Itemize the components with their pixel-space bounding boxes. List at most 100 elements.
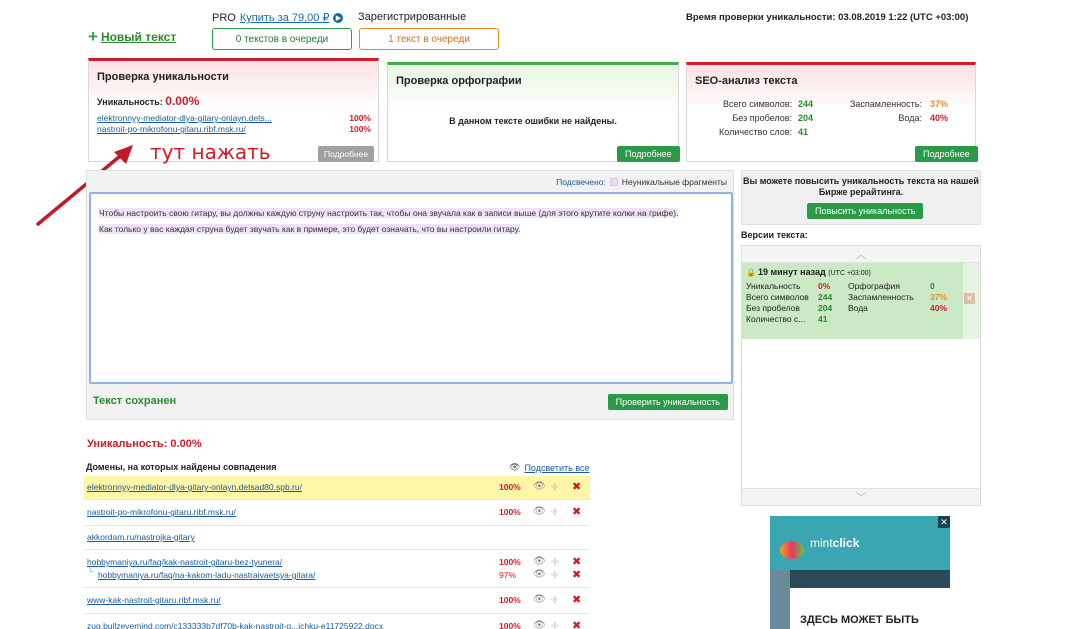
uniqueness-more-button[interactable]: Подробнее [318, 146, 375, 162]
pro-buy-link[interactable]: Купить за 79,00 ₽ [240, 11, 330, 24]
source-link[interactable]: nastroit-po-mikrofonu-gitaru.ribf.msk.ru… [97, 124, 246, 134]
compare-icon[interactable]: ◦|◦ [551, 557, 559, 566]
table-row: akkordam.ru/nastrojka-gitary [84, 526, 590, 550]
eye-icon: 👁 [509, 462, 521, 472]
chevron-up-icon[interactable]: ︿ [742, 246, 980, 263]
editor-text-line: Чтобы настроить свою гитару, вы должны к… [99, 208, 679, 218]
result-link[interactable]: akkordam.ru/nastrojka-gitary [87, 532, 195, 542]
version-time-text: 19 минут назад [757, 267, 826, 277]
delete-icon[interactable]: ✖ [572, 593, 581, 606]
table-row: zug.bullzeyemind.com/c133333b7df70b-kak-… [84, 614, 590, 629]
result-link[interactable]: hobbymaniya.ru/faq/na-kakom-ladu-nastrai… [98, 570, 315, 580]
eye-icon[interactable]: 👁 [533, 481, 546, 492]
result-percent: 100% [499, 595, 521, 605]
ad-brand-a: mint [810, 536, 833, 550]
delete-icon[interactable]: ✖ [572, 505, 581, 518]
version-value: 0% [818, 281, 831, 291]
registered-queue-label: 1 текст в очереди [388, 33, 470, 45]
version-card[interactable]: 🔒 19 минут назад (UTC +03:00) Уникальност… [742, 263, 980, 339]
result-link[interactable]: www-kak-nastroit-gitaru.ribf.msk.ru/ [87, 595, 221, 605]
table-row: www-kak-nastroit-gitaru.ribf.msk.ru/ 100… [84, 588, 590, 614]
uniqueness-label: Уникальность: [97, 97, 163, 107]
seo-key: Заспамленность: [849, 99, 922, 109]
uniqueness-panel-title: Проверка уникальности [97, 71, 229, 83]
table-row: hobbymaniya.ru/faq/kak-nastroit-gitaru-b… [84, 550, 590, 588]
result-link[interactable]: nastroit-po-mikrofonu-gitaru.ribf.msk.ru… [87, 507, 236, 517]
plus-icon: + [88, 27, 98, 46]
highlight-all-label[interactable]: Подсветить все [524, 463, 589, 473]
ad-brand: mintclick [810, 536, 859, 550]
compare-icon[interactable]: ◦|◦ [551, 507, 559, 516]
version-tz: (UTC +03:00) [828, 270, 871, 277]
free-queue-box[interactable]: 0 текстов в очереди [212, 28, 352, 50]
version-row: Уникальность 0% Орфография 0 [746, 281, 960, 292]
eye-icon[interactable]: 👁 [533, 620, 546, 629]
delete-icon[interactable]: ✖ [572, 619, 581, 629]
result-link[interactable]: zug.bullzeyemind.com/c133333b7df70b-kak-… [87, 621, 383, 629]
ad-brand-b: click [832, 536, 860, 550]
annotation-text: тут нажать [150, 140, 271, 164]
compare-icon[interactable]: ◦|◦ [551, 595, 559, 604]
result-link[interactable]: hobbymaniya.ru/faq/kak-nastroit-gitaru-b… [87, 557, 282, 567]
seo-key: Всего символов: [723, 99, 792, 109]
eye-icon[interactable]: 👁 [533, 569, 546, 580]
seo-key: Вода: [898, 113, 922, 123]
spelling-panel-title: Проверка орфографии [396, 75, 522, 87]
check-uniqueness-button[interactable]: Проверить уникальность [607, 394, 728, 410]
registered-queue-box[interactable]: 1 текст в очереди [359, 28, 499, 50]
save-status: Текст сохранен [93, 395, 177, 407]
check-time: Время проверки уникальности: 03.08.2019 … [686, 12, 969, 23]
source-link[interactable]: elektronnyy-mediator-dlya-gitary-onlayn.… [97, 113, 272, 123]
result-link[interactable]: elektronnyy-mediator-dlya-gitary-onlayn.… [87, 482, 302, 492]
seo-panel: SEO-анализ текста Всего символов: 244 За… [686, 62, 978, 162]
delete-icon[interactable]: ✖ [572, 555, 581, 568]
ad-image [770, 570, 790, 629]
spelling-panel: Проверка орфографии В данном тексте ошиб… [387, 62, 680, 162]
eye-icon[interactable]: 👁 [533, 556, 546, 567]
version-key: Без пробелов [746, 303, 800, 313]
raise-uniqueness-button[interactable]: Повысить уникальность [807, 203, 924, 219]
version-key: Уникальность [746, 281, 801, 291]
ad-headline: ЗДЕСЬ МОЖЕТ БЫТЬ [800, 614, 919, 626]
version-card-body[interactable]: 🔒 19 минут назад (UTC +03:00) Уникальност… [742, 263, 963, 339]
version-row: Количество с... 41 [746, 314, 960, 325]
new-text-link[interactable]: + Новый текст [88, 27, 177, 46]
spelling-more-button[interactable]: Подробнее [617, 146, 680, 162]
compare-icon[interactable]: ◦|◦ [551, 621, 559, 629]
compare-icon[interactable]: ◦|◦ [551, 570, 559, 579]
source-percent: 100% [349, 113, 371, 123]
compare-icon[interactable]: ◦|◦ [551, 482, 559, 491]
result-percent: 100% [499, 482, 521, 492]
highlight-all-link[interactable]: 👁 Подсветить все [509, 462, 590, 473]
result-line: elektronnyy-mediator-dlya-gitary-onlayn.… [84, 480, 590, 493]
new-text-label: Новый текст [100, 30, 177, 44]
text-editor[interactable]: Чтобы настроить свою гитару, вы должны к… [89, 192, 733, 384]
eye-icon[interactable]: 👁 [533, 594, 546, 605]
table-row: nastroit-po-mikrofonu-gitaru.ribf.msk.ru… [84, 500, 590, 526]
delete-icon[interactable]: ✖ [572, 480, 581, 493]
eye-icon[interactable]: 👁 [533, 506, 546, 517]
result-line: www-kak-nastroit-gitaru.ribf.msk.ru/ 100… [84, 593, 590, 606]
seo-key: Количество слов: [719, 127, 792, 137]
arrow-right-icon[interactable]: ▶ [333, 12, 344, 23]
delete-icon[interactable]: ✖ [572, 568, 581, 581]
promo-box: Вы можете повысить уникальность текста н… [741, 170, 981, 225]
highlight-legend-text: Неуникальные фрагменты [621, 177, 727, 187]
highlight-swatch [609, 178, 618, 186]
versions-list: ︿ 🔒 19 минут назад (UTC +03:00) Уникально… [741, 245, 981, 506]
seo-row: Без пробелов: 204 Вода: 40% [713, 111, 948, 125]
results-table: elektronnyy-mediator-dlya-gitary-onlayn.… [84, 476, 590, 629]
seo-more-button[interactable]: Подробнее [915, 146, 978, 162]
seo-stats: Всего символов: 244 Заспамленность: 37% … [713, 97, 948, 139]
version-value: 41 [818, 314, 828, 324]
chevron-down-icon[interactable]: ﹀ [742, 488, 980, 505]
version-value: 40% [930, 303, 948, 313]
version-row: Всего символов 244 Заспамленность 37% [746, 292, 960, 303]
source-row: nastroit-po-mikrofonu-gitaru.ribf.msk.ru… [97, 124, 371, 134]
version-key: Количество с... [746, 314, 806, 324]
close-icon[interactable]: ✕ [964, 293, 975, 304]
result-percent: 100% [499, 621, 521, 629]
advertisement[interactable]: mintclick ✕ ЗДЕСЬ МОЖЕТ БЫТЬ [770, 516, 950, 629]
pro-offer: PRO Купить за 79,00 ₽ ▶ [212, 11, 344, 24]
ad-close-icon[interactable]: ✕ [938, 516, 950, 528]
